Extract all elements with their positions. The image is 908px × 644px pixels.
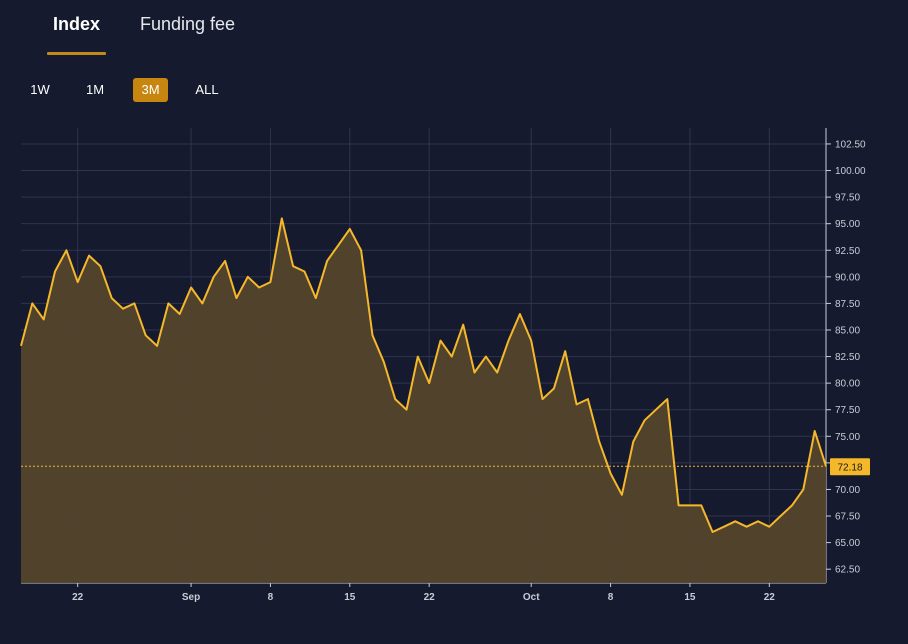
y-tick-label: 65.00 <box>835 538 860 549</box>
x-tick-label: 8 <box>608 592 614 603</box>
x-tick-label: Sep <box>182 592 200 603</box>
y-tick-label: 90.00 <box>835 272 860 283</box>
x-tick-label: 15 <box>344 592 356 603</box>
y-tick-label: 80.00 <box>835 379 860 390</box>
x-tick-label: 22 <box>72 592 84 603</box>
y-tick-label: 95.00 <box>835 219 860 230</box>
y-tick-label: 92.50 <box>835 246 860 257</box>
y-tick-label: 62.50 <box>835 565 860 576</box>
y-tick-label: 77.50 <box>835 405 860 416</box>
price-index-chart[interactable]: 102.50 100.00 97.50 95.00 92.50 90.00 87.50 85.… <box>0 0 908 644</box>
x-tick-label: 22 <box>424 592 436 603</box>
y-tick-label: 82.50 <box>835 352 860 363</box>
series-area <box>21 218 826 583</box>
last-value-label: 72.18 <box>837 462 862 473</box>
x-tick-label: 15 <box>684 592 696 603</box>
y-tick-label: 100.00 <box>835 166 866 177</box>
y-tick-label: 85.00 <box>835 325 860 336</box>
y-tick-label: 70.00 <box>835 485 860 496</box>
y-tick-label: 102.50 <box>835 139 866 150</box>
y-tick-label: 75.00 <box>835 432 860 443</box>
x-tick-label: 22 <box>764 592 776 603</box>
x-tick-label: Oct <box>523 592 540 603</box>
y-tick-label: 97.50 <box>835 193 860 204</box>
x-tick-label: 8 <box>268 592 274 603</box>
y-tick-label: 87.50 <box>835 299 860 310</box>
y-tick-label: 67.50 <box>835 512 860 523</box>
